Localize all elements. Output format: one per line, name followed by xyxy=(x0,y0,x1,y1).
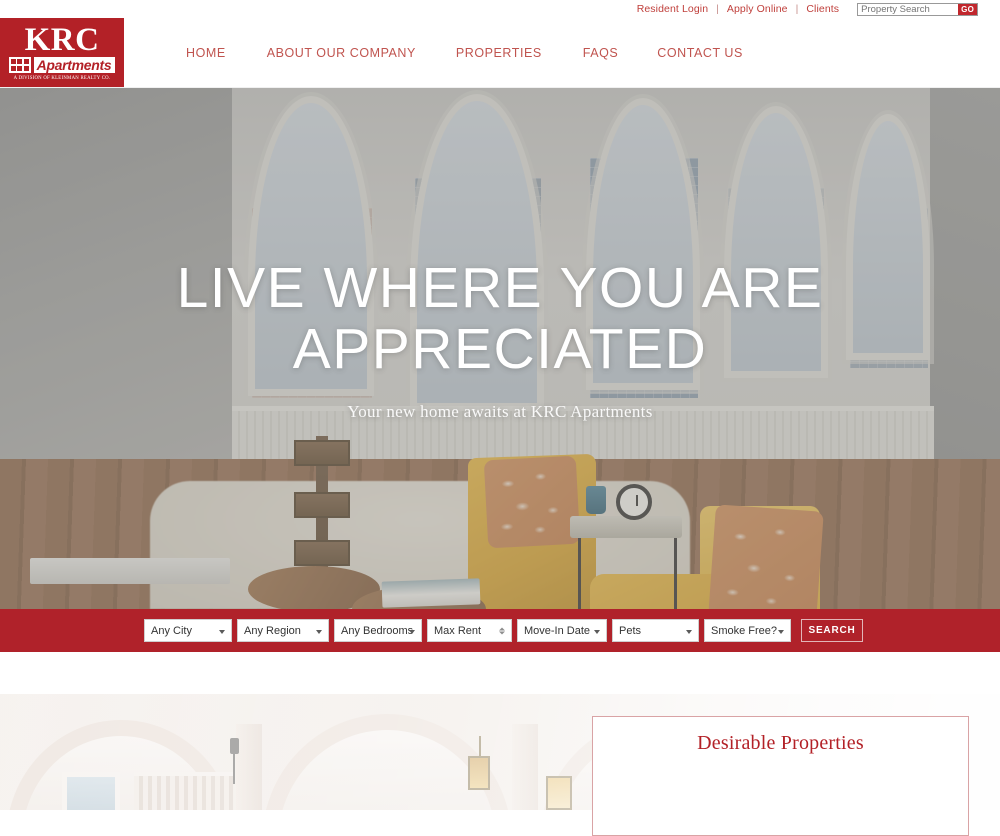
hero-subtitle: Your new home awaits at KRC Apartments xyxy=(347,402,653,421)
main-navigation: HOME ABOUT OUR COMPANY PROPERTIES FAQS C… xyxy=(124,18,1000,87)
filter-search-button[interactable]: SEARCH xyxy=(801,619,863,642)
content-spacer xyxy=(0,652,1000,694)
logo-krc-text: KRC xyxy=(24,22,100,58)
chevron-down-icon xyxy=(594,629,600,634)
apply-online-link[interactable]: Apply Online xyxy=(727,3,788,15)
filter-move-in-date-label: Move-In Date xyxy=(524,624,591,637)
filter-pets-label: Pets xyxy=(619,624,642,637)
utility-separator-1: | xyxy=(716,3,719,15)
logo-grid-icon xyxy=(8,57,31,73)
nav-item-contact-us[interactable]: CONTACT US xyxy=(657,40,743,66)
chevron-down-icon xyxy=(778,629,784,634)
site-header: KRC Apartments A DIVISION OF KLEINMAN RE… xyxy=(0,18,1000,88)
chevron-down-icon xyxy=(686,629,692,634)
filter-max-rent-input[interactable]: Max Rent xyxy=(427,619,512,642)
filter-smoke-free-label: Smoke Free? xyxy=(711,624,778,637)
property-search-input[interactable] xyxy=(858,3,959,15)
nav-item-faqs[interactable]: FAQS xyxy=(583,40,619,66)
hero-headline-line-1: LIVE WHERE YOU ARE xyxy=(176,256,824,320)
utility-separator-2: | xyxy=(795,3,799,15)
nav-item-about-our-company[interactable]: ABOUT OUR COMPANY xyxy=(267,40,416,66)
desirable-properties-panel: Desirable Properties xyxy=(592,716,969,836)
logo-apartments-text: Apartments xyxy=(33,57,116,73)
filter-pets-select[interactable]: Pets xyxy=(612,619,699,642)
clients-link[interactable]: Clients xyxy=(806,3,839,15)
property-search-group: GO xyxy=(857,2,978,16)
filter-city-select[interactable]: Any City xyxy=(144,619,232,642)
filter-move-in-date-select[interactable]: Move-In Date xyxy=(517,619,607,642)
stepper-arrows-icon[interactable] xyxy=(497,627,506,634)
logo-wordmark-row: Apartments xyxy=(8,57,116,73)
resident-login-link[interactable]: Resident Login xyxy=(637,3,708,15)
property-search-go-button[interactable]: GO xyxy=(958,3,977,15)
nav-item-home[interactable]: HOME xyxy=(186,40,226,66)
filter-region-label: Any Region xyxy=(244,624,301,637)
nav-item-properties[interactable]: PROPERTIES xyxy=(456,40,542,66)
hero-banner: LIVE WHERE YOU ARE APPRECIATED Your new … xyxy=(0,88,1000,609)
filter-bedrooms-select[interactable]: Any Bedrooms xyxy=(334,619,422,642)
filter-region-select[interactable]: Any Region xyxy=(237,619,329,642)
chevron-down-icon xyxy=(409,629,415,634)
hero-headline-line-2: APPRECIATED xyxy=(292,317,708,381)
chevron-down-icon xyxy=(219,629,225,634)
logo-tagline: A DIVISION OF KLEINMAN REALTY CO. xyxy=(13,76,111,81)
property-filter-bar: Any City Any Region Any Bedrooms Max Ren… xyxy=(0,609,1000,652)
chevron-down-icon xyxy=(316,629,322,634)
desirable-properties-title: Desirable Properties xyxy=(697,732,864,754)
filter-max-rent-placeholder: Max Rent xyxy=(434,624,482,637)
filter-city-label: Any City xyxy=(151,624,192,637)
filter-bedrooms-label: Any Bedrooms xyxy=(341,624,414,637)
hero-copy: LIVE WHERE YOU ARE APPRECIATED Your new … xyxy=(0,258,1000,422)
utility-bar: Resident Login | Apply Online | Clients … xyxy=(0,0,1000,18)
filter-smoke-free-select[interactable]: Smoke Free? xyxy=(704,619,791,642)
krc-apartments-logo[interactable]: KRC Apartments A DIVISION OF KLEINMAN RE… xyxy=(0,18,124,87)
